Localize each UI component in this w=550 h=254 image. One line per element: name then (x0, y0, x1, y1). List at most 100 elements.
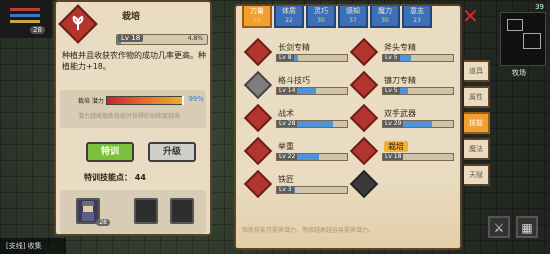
tab-label: 意志 (410, 7, 424, 15)
exp-bar (10, 20, 40, 23)
hp-bar (10, 8, 40, 11)
skill-item[interactable]: 铁匠 Lv 3 (243, 169, 348, 199)
two-hand-icon (349, 103, 379, 133)
tab-value: 22 (285, 17, 293, 24)
skill-item[interactable]: 战术 Lv 28 (243, 103, 348, 133)
plant-icon (349, 136, 379, 166)
side-tab[interactable]: 技能 (464, 112, 490, 134)
tab-attribute[interactable]: 感知 37 (338, 6, 368, 28)
skill-detail-header: 栽培 Lv 18 4.8% (58, 4, 208, 46)
plant-icon (58, 4, 98, 44)
skill-name: 举重 (278, 142, 294, 151)
skill-item[interactable]: 双手武器 Lv 29 (349, 103, 454, 133)
close-button[interactable]: ✕ (462, 6, 479, 26)
skill-level: Lv 29 (383, 120, 404, 127)
potential-percent: 99% (188, 95, 204, 103)
skill-description: 种植并且收获农作物的成功几率更高。种植能力+18。 (62, 51, 206, 71)
upgrade-button[interactable]: 升级 (148, 142, 196, 162)
tab-attribute[interactable]: 力量 33 (242, 6, 272, 28)
tab-label: 灵巧 (314, 7, 328, 15)
skill-progress-bar: Lv 29 (382, 120, 454, 128)
scythe-icon (349, 70, 379, 100)
empty-slot[interactable] (170, 198, 194, 224)
skill-level: Lv 22 (277, 153, 298, 160)
skills-hint: 锻炼技能可提高潜力，等级越高越容易提高潜力。 (242, 227, 375, 234)
chat-quest-tracker[interactable]: [支线] 收集 (0, 238, 66, 254)
skill-name: 斧头专精 (384, 43, 416, 52)
location-label: 牧场 (512, 69, 526, 77)
side-tab[interactable]: 属性 (464, 86, 490, 108)
minimap-room (507, 19, 523, 31)
skill-slot-locked (349, 169, 454, 199)
tactics-icon (243, 103, 273, 133)
anvil-icon (243, 169, 273, 199)
train-points-label: 特训技能点： (84, 173, 132, 182)
side-tab[interactable]: 魔法 (464, 138, 490, 160)
skill-name: 长剑专精 (278, 43, 310, 52)
side-tab[interactable]: 天赋 (464, 164, 490, 186)
skill-item[interactable]: 斧头专精 Lv 5 (349, 37, 454, 67)
dumbbell-icon (243, 136, 273, 166)
skill-progress-bar: Lv 8 (276, 54, 348, 62)
skill-name: 栽培 (384, 141, 408, 152)
tab-attribute[interactable]: 体质 22 (274, 6, 304, 28)
skill-name: 栽培 (122, 12, 141, 22)
skill-level: Lv 5 (383, 54, 400, 61)
player-level: 28 (30, 26, 45, 34)
sword-icon (243, 37, 273, 67)
tab-attribute[interactable]: 魔力 30 (370, 6, 400, 28)
train-points: 特训技能点： 44 (84, 172, 146, 183)
skill-name: 双手武器 (384, 109, 416, 118)
skill-level: Lv 28 (277, 120, 298, 127)
skill-progress-bar: Lv 3 (276, 186, 348, 194)
skill-level-percent: 4.8% (187, 35, 203, 42)
skill-item[interactable]: 格斗技巧 Lv 14 (243, 70, 348, 100)
minimap[interactable] (500, 12, 546, 66)
tab-value: 30 (381, 17, 389, 24)
skill-name: 战术 (278, 109, 294, 118)
tab-value: 30 (317, 17, 325, 24)
tab-attribute[interactable]: 灵巧 30 (306, 6, 336, 28)
skill-name: 格斗技巧 (278, 76, 310, 85)
skill-progress-bar: Lv 18 (382, 153, 454, 161)
skill-item[interactable]: 栽培 Lv 18 (349, 136, 454, 166)
skill-level: Lv 5 (383, 87, 400, 94)
locked-skill-icon (349, 169, 379, 199)
hero-avatar-icon (82, 201, 94, 221)
tab-label: 力量 (250, 7, 264, 15)
skill-name: 铁匠 (278, 175, 294, 184)
skill-item[interactable]: 镰刀专精 Lv 5 (349, 70, 454, 100)
skill-detail-panel: 栽培 Lv 18 4.8% 种植并且收获农作物的成功几率更高。种植能力+18。 … (54, 0, 212, 236)
sword-shortcut-icon[interactable]: ⚔ (488, 216, 510, 238)
tab-value: 37 (349, 17, 357, 24)
tab-attribute[interactable]: 意志 23 (402, 6, 432, 28)
tab-value: 23 (413, 17, 421, 24)
hero-level-badge: 28 (96, 219, 110, 226)
fist-icon (243, 70, 273, 100)
potential-hint: 潜力越高锻炼技能时获得的训练度越高 (78, 113, 181, 120)
hero-slots: 28 (60, 190, 206, 234)
train-button[interactable]: 特训 (86, 142, 134, 162)
skill-level: Lv 14 (277, 87, 298, 94)
empty-slot[interactable] (134, 198, 158, 224)
potential-box: 栽培 潜力 99% 潜力越高锻炼技能时获得的训练度越高 (60, 90, 206, 128)
skill-item[interactable]: 举重 Lv 22 (243, 136, 348, 166)
side-tab[interactable]: 道具 (464, 60, 490, 82)
skill-name: 镰刀专精 (384, 76, 416, 85)
tab-label: 魔力 (378, 7, 392, 15)
skill-progress-bar: Lv 28 (276, 120, 348, 128)
skill-level-text: Lv 18 (118, 35, 144, 42)
skill-progress-bar: Lv 14 (276, 87, 348, 95)
hero-portrait[interactable]: 28 (76, 198, 110, 226)
player-hud: 28 (0, 0, 52, 38)
skill-item[interactable]: 长剑专精 Lv 8 (243, 37, 348, 67)
skill-level: Lv 3 (277, 186, 294, 193)
potential-bar (106, 96, 185, 105)
inventory-shortcut-icon[interactable]: ▦ (516, 216, 538, 238)
axe-icon (349, 37, 379, 67)
potential-label: 栽培 潜力 (78, 98, 104, 105)
skill-progress-bar: Lv 5 (382, 54, 454, 62)
skill-level: Lv 8 (277, 54, 294, 61)
skill-level: Lv 18 (383, 153, 404, 160)
tab-label: 体质 (282, 7, 296, 15)
